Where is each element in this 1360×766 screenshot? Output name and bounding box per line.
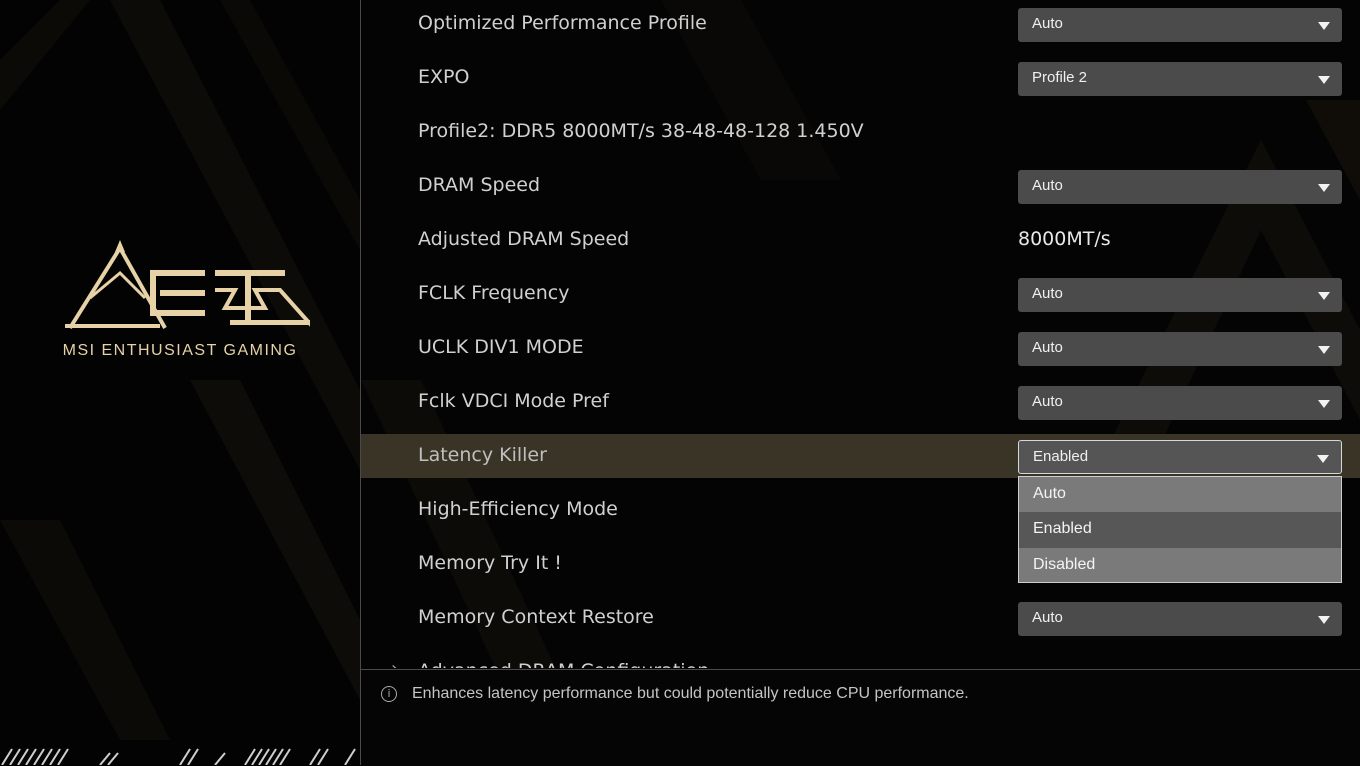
- setting-row-memory-context-restore[interactable]: Memory Context Restore Auto: [361, 596, 1360, 640]
- dropdown-value: Enabled: [1033, 448, 1089, 465]
- setting-label: Memory Try It !: [418, 552, 562, 574]
- option-label: Enabled: [1033, 520, 1092, 537]
- dropdown-value: Auto: [1032, 339, 1063, 356]
- dropdown-option-disabled[interactable]: Disabled: [1019, 548, 1341, 584]
- dropdown-value: Auto: [1032, 177, 1063, 194]
- expo-dropdown[interactable]: Profile 2: [1018, 62, 1342, 96]
- dropdown-value: Auto: [1032, 393, 1063, 410]
- setting-row-profile2-ddr5-8000mt-s-38-48-48-128-1-450v: Profile2: DDR5 8000MT/s 38-48-48-128 1.4…: [361, 110, 1360, 154]
- setting-row-expo[interactable]: EXPO Profile 2: [361, 56, 1360, 100]
- setting-readonly-value: 8000MT/s: [1018, 228, 1111, 250]
- fclk-frequency-dropdown[interactable]: Auto: [1018, 278, 1342, 312]
- settings-panel: Optimized Performance Profile Auto EXPO Pro…: [361, 0, 1360, 765]
- dropdown-options-popup: Auto Enabled Disabled: [1018, 476, 1342, 583]
- setting-label: DRAM Speed: [418, 174, 541, 196]
- setting-label: Adjusted DRAM Speed: [418, 228, 630, 250]
- option-label: Auto: [1033, 485, 1066, 502]
- setting-label: FCLK Frequency: [418, 282, 570, 304]
- meg-logo-icon: [65, 240, 310, 330]
- caret-down-icon: [1318, 184, 1330, 192]
- option-label: Disabled: [1033, 556, 1096, 573]
- setting-label: Latency Killer: [418, 444, 547, 466]
- setting-row-uclk-div1-mode[interactable]: UCLK DIV1 MODE Auto: [361, 326, 1360, 370]
- setting-row-adjusted-dram-speed: Adjusted DRAM Speed 8000MT/s: [361, 218, 1360, 262]
- dram-speed-dropdown[interactable]: Auto: [1018, 170, 1342, 204]
- background-decoration: [0, 0, 360, 740]
- dropdown-value: Auto: [1032, 609, 1063, 626]
- setting-label: EXPO: [418, 66, 470, 88]
- setting-row-optimized-performance-profile[interactable]: Optimized Performance Profile Auto: [361, 2, 1360, 46]
- dropdown-option-auto[interactable]: Auto: [1019, 477, 1341, 513]
- help-text: Enhances latency performance but could p…: [412, 685, 969, 702]
- brand-panel: MSI ENTHUSIAST GAMING: [0, 0, 360, 765]
- fclk-vdci-mode-pref-dropdown[interactable]: Auto: [1018, 386, 1342, 420]
- caret-down-icon: [1318, 400, 1330, 408]
- info-icon: i: [381, 686, 397, 702]
- dropdown-value: Profile 2: [1032, 69, 1088, 86]
- setting-label: Fclk VDCI Mode Pref: [418, 390, 609, 412]
- setting-label: Profile2: DDR5 8000MT/s 38-48-48-128 1.4…: [418, 120, 864, 142]
- dropdown-value: Auto: [1032, 15, 1063, 32]
- optimized-performance-profile-dropdown[interactable]: Auto: [1018, 8, 1342, 42]
- setting-label: Memory Context Restore: [418, 606, 654, 628]
- brand-name: MSI ENTHUSIAST GAMING: [62, 342, 298, 359]
- dropdown-option-enabled[interactable]: Enabled: [1019, 512, 1341, 548]
- setting-row-latency-killer[interactable]: Latency Killer Enabled: [361, 434, 1360, 478]
- caret-down-icon: [1318, 22, 1330, 30]
- memory-context-restore-dropdown[interactable]: Auto: [1018, 602, 1342, 636]
- caret-down-icon: [1318, 76, 1330, 84]
- setting-label: UCLK DIV1 MODE: [418, 336, 584, 358]
- uclk-div1-mode-dropdown[interactable]: Auto: [1018, 332, 1342, 366]
- setting-row-fclk-frequency[interactable]: FCLK Frequency Auto: [361, 272, 1360, 316]
- caret-down-icon: [1317, 455, 1329, 463]
- latency-killer-dropdown[interactable]: Enabled: [1018, 440, 1342, 474]
- setting-row-fclk-vdci-mode-pref[interactable]: Fclk VDCI Mode Pref Auto: [361, 380, 1360, 424]
- help-bar: i Enhances latency performance but could…: [361, 669, 1360, 766]
- chevron-right-icon: ›: [391, 658, 398, 668]
- dropdown-value: Auto: [1032, 285, 1063, 302]
- setting-label: Optimized Performance Profile: [418, 12, 707, 34]
- setting-label: High-Efficiency Mode: [418, 498, 618, 520]
- setting-row-dram-speed[interactable]: DRAM Speed Auto: [361, 164, 1360, 208]
- setting-label: Advanced DRAM Configuration: [418, 660, 709, 668]
- caret-down-icon: [1318, 346, 1330, 354]
- caret-down-icon: [1318, 292, 1330, 300]
- decorative-stripes: [1, 748, 356, 765]
- setting-row-advanced-dram-configuration[interactable]: › Advanced DRAM Configuration: [361, 650, 1360, 668]
- caret-down-icon: [1318, 616, 1330, 624]
